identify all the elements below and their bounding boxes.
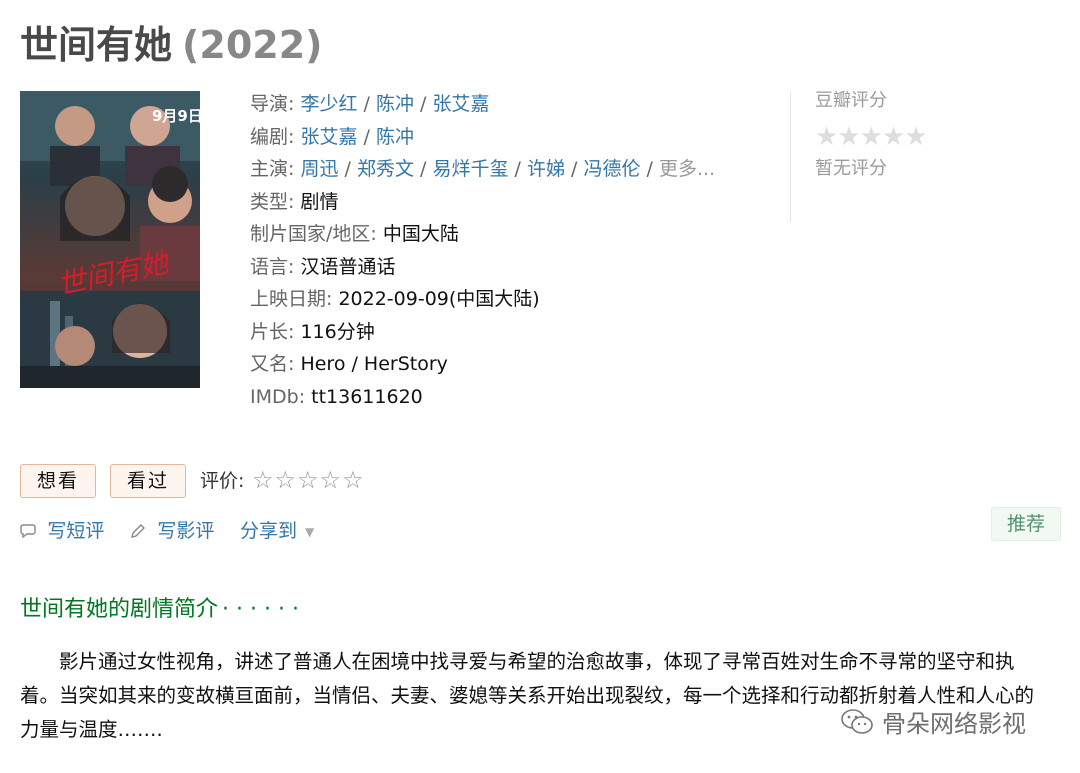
rating-title: 豆瓣评分 [815, 90, 887, 111]
douban-rating-panel: 豆瓣评分 ★★★★★ 暂无评分 [815, 86, 928, 180]
rate-label: 评价: [200, 470, 245, 492]
cast-link[interactable]: 郑秀文 [357, 158, 414, 180]
comment-icon [20, 522, 41, 542]
release-value: 2022-09-09(中国大陆) [338, 288, 540, 310]
movie-title: 世间有她 (2022) [20, 14, 323, 69]
director-link[interactable]: 李少红 [300, 93, 357, 115]
release-row: 上映日期: 2022-09-09(中国大陆) [250, 283, 770, 316]
share-label: 分享到 [240, 520, 298, 542]
runtime-value: 116分钟 [300, 320, 375, 343]
pencil-icon [130, 522, 151, 542]
country-label: 制片国家/地区: [250, 223, 377, 245]
cast-link[interactable]: 周迅 [300, 158, 338, 180]
cast-label: 主演: [250, 158, 295, 180]
imdb-row: IMDb: tt13611620 [250, 381, 770, 414]
country-value: 中国大陆 [382, 223, 459, 245]
review-label: 写影评 [157, 520, 215, 542]
director-row: 导演: 李少红 / 陈冲 / 张艾嘉 [250, 93, 490, 115]
genre-value: 剧情 [300, 190, 339, 213]
aka-row: 又名: Hero / HerStory [250, 348, 770, 381]
recommend-button[interactable]: 推荐 [991, 507, 1061, 541]
synopsis-title: 世间有她的剧情简介 [20, 597, 219, 622]
runtime-label: 片长: [250, 320, 295, 343]
short-review-label: 写短评 [47, 520, 105, 542]
wechat-icon [841, 708, 873, 734]
director-label: 导演: [250, 93, 295, 115]
cast-link[interactable]: 许娣 [527, 158, 565, 180]
write-review-link[interactable]: 写影评 [130, 516, 214, 547]
watermark: 骨朵网络影视 [840, 704, 1026, 739]
imdb-label: IMDb: [250, 385, 306, 408]
rating-status: 暂无评分 [815, 158, 887, 179]
want-to-watch-button[interactable]: 想看 [20, 464, 97, 498]
share-dropdown[interactable]: 分享到 ▼ [240, 516, 314, 547]
cast-link[interactable]: 冯德伦 [583, 158, 640, 180]
movie-name: 世间有她 [20, 23, 173, 67]
watched-button[interactable]: 看过 [110, 464, 187, 498]
write-short-review-link[interactable]: 写短评 [20, 516, 104, 547]
runtime-row: 片长: 116分钟 [250, 316, 770, 349]
caret-down-icon: ▼ [305, 524, 315, 539]
director-link[interactable]: 陈冲 [376, 93, 414, 115]
cast-row: 主演: 周迅 / 郑秀文 / 易烊千玺 / 许娣 / 冯德伦 / 更多... [250, 158, 716, 180]
rate-stars-icon[interactable]: ☆☆☆☆☆ [252, 465, 365, 495]
aka-label: 又名: [250, 353, 295, 375]
language-value: 汉语普通话 [300, 255, 396, 278]
release-label: 上映日期: [250, 288, 333, 310]
writer-link[interactable]: 张艾嘉 [300, 126, 357, 148]
writer-label: 编剧: [250, 125, 295, 148]
movie-poster[interactable]: 9月9日 世间有她 [20, 91, 200, 388]
cast-more-link[interactable]: 更多... [659, 158, 715, 180]
country-row: 制片国家/地区: 中国大陆 [250, 218, 770, 251]
genre-row: 类型: 剧情 [250, 186, 770, 219]
writer-link[interactable]: 陈冲 [376, 126, 414, 148]
watermark-text: 骨朵网络影视 [882, 710, 1026, 738]
synopsis-heading: 世间有她的剧情简介 · · · · · · [20, 591, 299, 623]
language-label: 语言: [250, 255, 295, 278]
synopsis-dots: · · · · · · [222, 597, 299, 622]
writer-row: 编剧: 张艾嘉 / 陈冲 [250, 125, 414, 148]
rating-divider [790, 92, 791, 222]
aka-value: Hero / HerStory [300, 353, 448, 375]
poster-date: 9月9日 [152, 107, 200, 125]
imdb-value: tt13611620 [311, 385, 423, 408]
genre-label: 类型: [250, 190, 295, 213]
language-row: 语言: 汉语普通话 [250, 251, 770, 284]
rating-stars-icon: ★★★★★ [815, 122, 928, 152]
director-link[interactable]: 张艾嘉 [432, 93, 489, 115]
cast-link[interactable]: 易烊千玺 [432, 158, 508, 180]
movie-year: (2022) [182, 23, 323, 67]
movie-info: 导演: 李少红 / 陈冲 / 张艾嘉 编剧: 张艾嘉 / 陈冲 主演: 周迅 /… [250, 88, 770, 413]
